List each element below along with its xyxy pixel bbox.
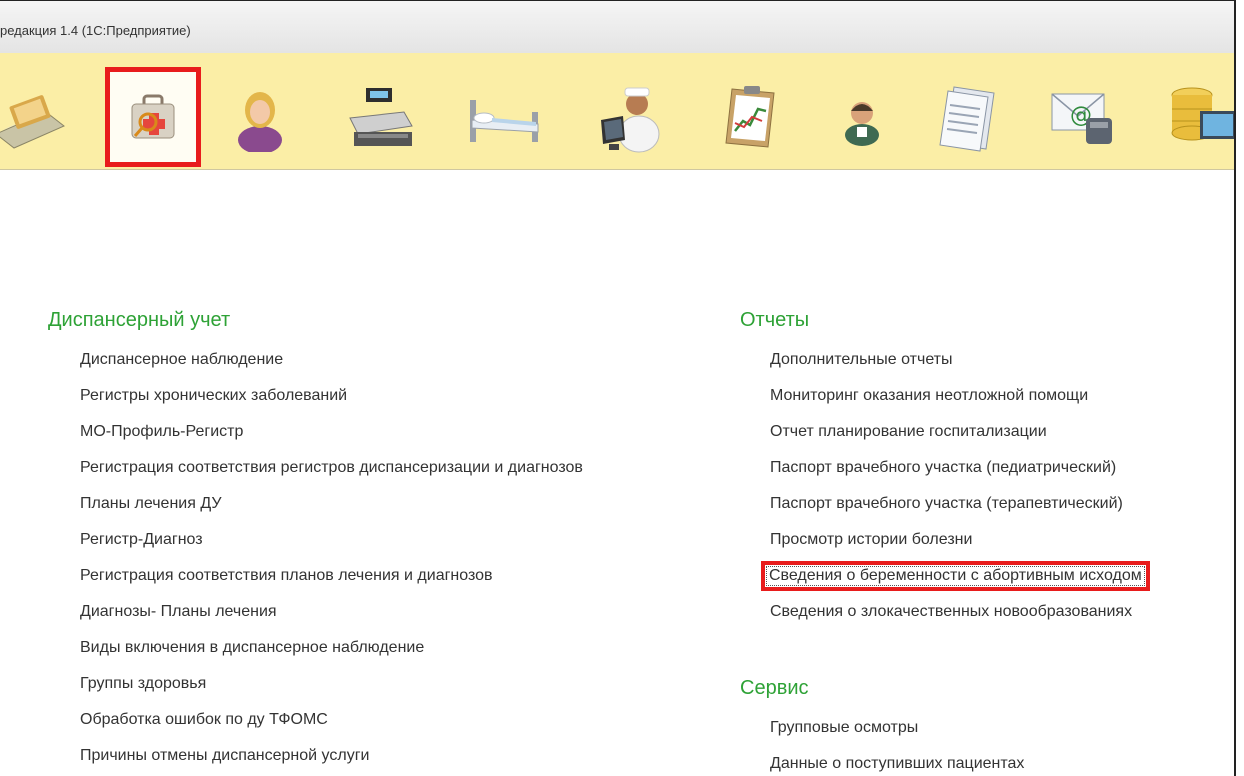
workplace-icon	[0, 82, 68, 152]
menu-link-malignant-neoplasms[interactable]: Сведения о злокачественных новообразован…	[770, 603, 1132, 621]
documents-icon	[936, 81, 1000, 153]
menu-link-cancel-reasons[interactable]: Причины отмены диспансерной услуги	[80, 747, 369, 765]
section-database[interactable]	[1156, 71, 1234, 163]
section-documents[interactable]	[922, 71, 1014, 163]
sections-panel: @	[0, 53, 1234, 170]
menu-link-chronic-registers[interactable]: Регистры хронических заболеваний	[80, 387, 347, 405]
menu-link-inclusion-types[interactable]: Виды включения в диспансерное наблюдение	[80, 639, 424, 657]
doctor-icon	[837, 87, 887, 147]
email-phone-icon: @	[1046, 84, 1118, 150]
menu-link-health-groups[interactable]: Группы здоровья	[80, 675, 206, 693]
menu-link-pregnancy-abortive-outcome[interactable]: Сведения о беременности с абортивным исх…	[761, 561, 1150, 591]
nurse-workstation-icon	[593, 80, 663, 154]
hospital-bed-icon	[462, 82, 546, 152]
section-doctor[interactable]	[816, 71, 908, 163]
section-hospital-bed[interactable]	[458, 71, 550, 163]
title-bar: редакция 1.4 (1С:Предприятие)	[0, 1, 1234, 54]
menu-link-treatment-plans[interactable]: Планы лечения ДУ	[80, 495, 222, 513]
menu-link-emergency-monitoring[interactable]: Мониторинг оказания неотложной помощи	[770, 387, 1088, 405]
menu-link-dispensary-observation[interactable]: Диспансерное наблюдение	[80, 351, 283, 369]
clipboard-chart-icon	[722, 81, 782, 153]
section-nurse-workstation[interactable]	[582, 71, 674, 163]
menu-link-group-examinations[interactable]: Групповые осмотры	[770, 719, 918, 737]
app-window: редакция 1.4 (1С:Предприятие) @ Диспансе…	[0, 0, 1236, 776]
section-workplace[interactable]	[0, 71, 74, 163]
section-medical-kit[interactable]	[105, 67, 201, 167]
section-email-phone[interactable]: @	[1036, 71, 1128, 163]
section-cash-register[interactable]	[332, 71, 424, 163]
menu-link-mo-profile-register[interactable]: МО-Профиль-Регистр	[80, 423, 243, 441]
menu-link-additional-reports[interactable]: Дополнительные отчеты	[770, 351, 953, 369]
section-clipboard-chart[interactable]	[706, 71, 798, 163]
menu-link-register-diagnosis[interactable]: Регистр-Диагноз	[80, 531, 203, 549]
section-content: Диспансерный учет Диспансерное наблюдени…	[0, 169, 1234, 776]
menu-link-medical-history[interactable]: Просмотр истории болезни	[770, 531, 972, 549]
menu-link-passport-therapeutic[interactable]: Паспорт врачебного участка (терапевтичес…	[770, 495, 1123, 513]
menu-link-admitted-patients[interactable]: Данные о поступивших пациентах	[770, 755, 1024, 773]
menu-link-hospitalization-planning[interactable]: Отчет планирование госпитализации	[770, 423, 1047, 441]
database-computer-icon	[1162, 81, 1234, 153]
section-title-dispensary: Диспансерный учет	[48, 309, 231, 331]
menu-link-passport-pediatric[interactable]: Паспорт врачебного участка (педиатрическ…	[770, 459, 1116, 477]
menu-link-register-diagnosis-mapping[interactable]: Регистрация соответствия регистров диспа…	[80, 459, 583, 477]
menu-link-diagnoses-plans[interactable]: Диагнозы- Планы лечения	[80, 603, 277, 621]
medical-kit-icon	[123, 87, 183, 147]
patient-woman-icon	[230, 82, 290, 152]
menu-link-plan-diagnosis-mapping[interactable]: Регистрация соответствия планов лечения …	[80, 567, 493, 585]
section-title-reports: Отчеты	[740, 309, 810, 331]
section-title-service: Сервис	[740, 677, 809, 699]
menu-link-tfoms-errors[interactable]: Обработка ошибок по ду ТФОМС	[80, 711, 328, 729]
cash-register-icon	[338, 82, 418, 152]
window-title: редакция 1.4 (1С:Предприятие)	[0, 23, 191, 38]
section-patient[interactable]	[214, 71, 306, 163]
